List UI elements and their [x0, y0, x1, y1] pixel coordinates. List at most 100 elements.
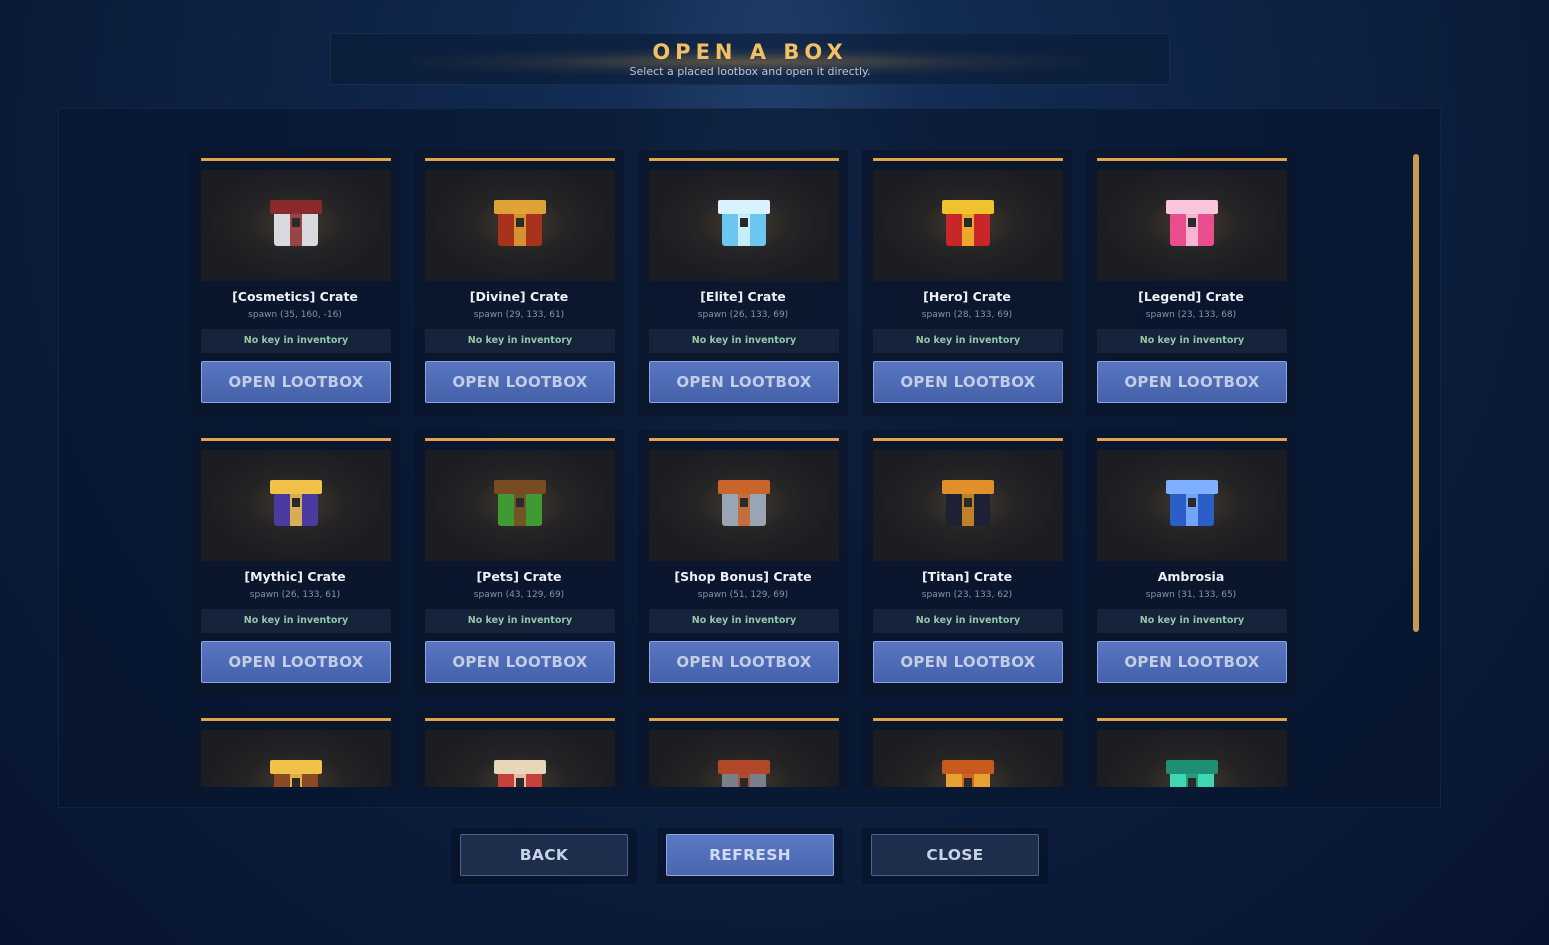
crate-preview — [425, 170, 615, 281]
key-status: No key in inventory — [425, 329, 615, 353]
crate-name: [Hero] Crate — [923, 289, 1011, 304]
crate-preview — [201, 170, 391, 281]
crate-spawn-coords: spawn (23, 133, 68) — [1145, 310, 1237, 320]
card-accent-bar — [425, 158, 615, 161]
page-title: OPEN A BOX — [652, 40, 848, 64]
legend-crate-icon — [1166, 200, 1218, 246]
crate-spawn-coords: spawn (23, 133, 62) — [921, 590, 1013, 600]
card-accent-bar — [201, 438, 391, 441]
scrollbar-thumb[interactable] — [1413, 154, 1419, 632]
open-lootbox-button[interactable]: OPEN LOOTBOX — [425, 361, 615, 403]
crate-icon-13 — [718, 760, 770, 787]
crate-preview — [873, 450, 1063, 561]
lootbox-card: [Shop Bonus] Crate spawn (51, 129, 69) No … — [638, 430, 848, 696]
card-accent-bar — [649, 718, 839, 721]
card-accent-bar — [873, 438, 1063, 441]
crate-spawn-coords: spawn (35, 160, -16) — [248, 310, 342, 320]
hero-crate-icon — [942, 200, 994, 246]
crate-preview — [873, 730, 1063, 787]
lootbox-card: [Cosmetics] Crate spawn (35, 160, -16) No … — [190, 150, 400, 416]
crate-name: [Titan] Crate — [921, 569, 1013, 584]
key-status: No key in inventory — [1097, 329, 1287, 353]
crate-preview — [425, 730, 615, 787]
crate-preview — [1097, 730, 1287, 787]
lootbox-card: [Hero] Crate spawn (28, 133, 69) No key in… — [862, 150, 1072, 416]
open-lootbox-button[interactable]: OPEN LOOTBOX — [425, 641, 615, 683]
ambrosia-crate-icon — [1166, 480, 1218, 526]
card-accent-bar — [425, 438, 615, 441]
refresh-button[interactable]: REFRESH — [666, 834, 834, 876]
page-subtitle: Select a placed lootbox and open it dire… — [629, 65, 871, 78]
crate-spawn-coords: spawn (26, 133, 69) — [697, 310, 789, 320]
lootbox-card: [Divine] Crate spawn (29, 133, 61) No key … — [414, 150, 624, 416]
key-status: No key in inventory — [201, 329, 391, 353]
key-status: No key in inventory — [873, 329, 1063, 353]
crate-preview — [201, 730, 391, 787]
shop-bonus-crate-icon — [718, 480, 770, 526]
crate-spawn-coords: spawn (51, 129, 69) — [697, 590, 789, 600]
crate-preview — [649, 170, 839, 281]
titan-crate-icon — [942, 480, 994, 526]
crate-name: [Elite] Crate — [700, 289, 786, 304]
crate-name: [Legend] Crate — [1138, 289, 1244, 304]
key-status: No key in inventory — [649, 609, 839, 633]
lootbox-scroll-area[interactable]: [Cosmetics] Crate spawn (35, 160, -16) No … — [190, 150, 1310, 787]
crate-name: [Pets] Crate — [476, 569, 562, 584]
lootbox-card: [Elite] Crate spawn (26, 133, 69) No key i… — [638, 150, 848, 416]
lootbox-card — [190, 710, 400, 787]
lootbox-card — [638, 710, 848, 787]
lootbox-grid: [Cosmetics] Crate spawn (35, 160, -16) No … — [190, 150, 1296, 787]
card-accent-bar — [1097, 158, 1287, 161]
divine-crate-icon — [494, 200, 546, 246]
crate-preview — [201, 450, 391, 561]
pets-crate-icon — [494, 480, 546, 526]
key-status: No key in inventory — [425, 609, 615, 633]
crate-icon-12 — [494, 760, 546, 787]
card-accent-bar — [201, 718, 391, 721]
lootbox-card: [Pets] Crate spawn (43, 129, 69) No key in… — [414, 430, 624, 696]
crate-preview — [649, 730, 839, 787]
card-accent-bar — [873, 718, 1063, 721]
crate-preview — [425, 450, 615, 561]
crate-name: [Shop Bonus] Crate — [674, 569, 812, 584]
open-lootbox-button[interactable]: OPEN LOOTBOX — [649, 641, 839, 683]
crate-icon-14 — [942, 760, 994, 787]
lootbox-card: [Mythic] Crate spawn (26, 133, 61) No key … — [190, 430, 400, 696]
open-lootbox-button[interactable]: OPEN LOOTBOX — [873, 361, 1063, 403]
crate-spawn-coords: spawn (29, 133, 61) — [473, 310, 565, 320]
open-lootbox-button[interactable]: OPEN LOOTBOX — [1097, 361, 1287, 403]
open-lootbox-button[interactable]: OPEN LOOTBOX — [649, 361, 839, 403]
crate-preview — [1097, 450, 1287, 561]
key-status: No key in inventory — [1097, 609, 1287, 633]
crate-preview — [1097, 170, 1287, 281]
card-accent-bar — [1097, 718, 1287, 721]
lootbox-card — [414, 710, 624, 787]
elite-crate-icon — [718, 200, 770, 246]
card-accent-bar — [1097, 438, 1287, 441]
lootbox-card — [862, 710, 1072, 787]
crate-preview — [873, 170, 1063, 281]
card-accent-bar — [649, 158, 839, 161]
key-status: No key in inventory — [873, 609, 1063, 633]
crate-icon-11 — [270, 760, 322, 787]
open-lootbox-button[interactable]: OPEN LOOTBOX — [201, 361, 391, 403]
lootbox-card — [1086, 710, 1296, 787]
mythic-crate-icon — [270, 480, 322, 526]
crate-name: [Divine] Crate — [469, 289, 569, 304]
open-lootbox-button[interactable]: OPEN LOOTBOX — [1097, 641, 1287, 683]
crate-name: [Cosmetics] Crate — [232, 289, 358, 304]
key-status: No key in inventory — [201, 609, 391, 633]
card-accent-bar — [873, 158, 1063, 161]
lootbox-card: Ambrosia spawn (31, 133, 65) No key in inv… — [1086, 430, 1296, 696]
card-accent-bar — [201, 158, 391, 161]
crate-name: Ambrosia — [1157, 569, 1225, 584]
header-banner: OPEN A BOX Select a placed lootbox and o… — [330, 33, 1170, 85]
key-status: No key in inventory — [649, 329, 839, 353]
card-accent-bar — [649, 438, 839, 441]
open-lootbox-button[interactable]: OPEN LOOTBOX — [201, 641, 391, 683]
back-button[interactable]: BACK — [460, 834, 628, 876]
open-lootbox-button[interactable]: OPEN LOOTBOX — [873, 641, 1063, 683]
close-button[interactable]: CLOSE — [871, 834, 1039, 876]
crate-icon-15 — [1166, 760, 1218, 787]
lootbox-card: [Legend] Crate spawn (23, 133, 68) No key … — [1086, 150, 1296, 416]
